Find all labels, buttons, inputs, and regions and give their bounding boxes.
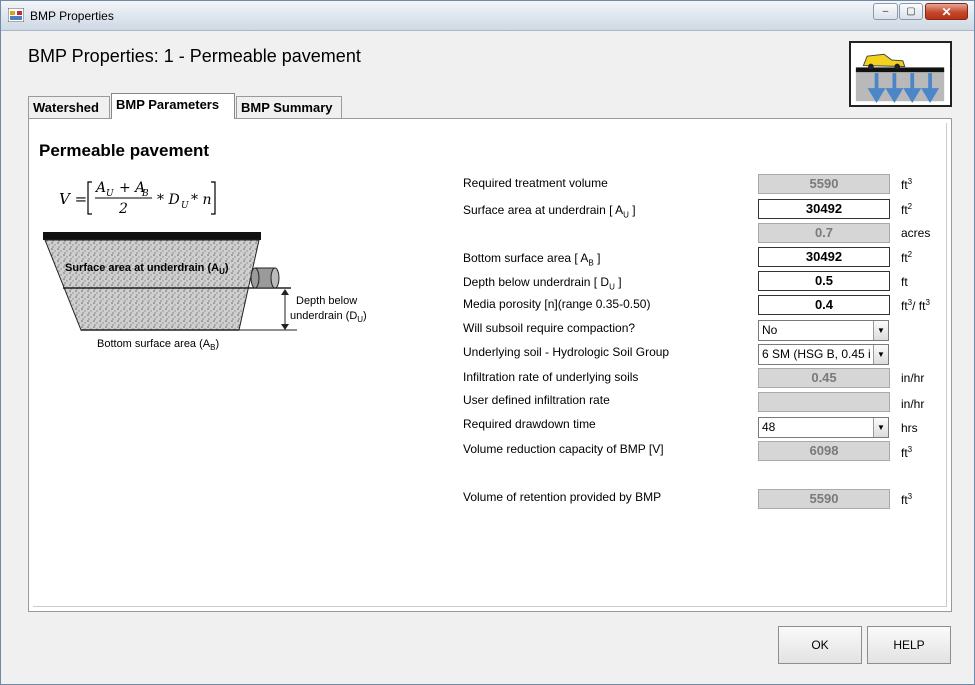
unit-label: ft3	[901, 445, 913, 460]
unit-label: ft3	[901, 177, 913, 192]
unit-label: in/hr	[901, 371, 925, 385]
unit-label: ft3/ ft3	[901, 298, 930, 313]
user-infiltration-rate-field	[758, 392, 890, 412]
unit-label: acres	[901, 226, 931, 240]
depth-below-underdrain-input[interactable]: 0.5	[758, 271, 890, 291]
formula: V = AU + AB 2 * DU * n	[59, 180, 216, 217]
ok-button[interactable]: OK	[778, 626, 862, 664]
bottom-area-label: Bottom surface area (AB)	[97, 338, 219, 352]
bottom-surface-area-input[interactable]: 30492	[758, 247, 890, 267]
title-bar: BMP Properties – ▢ ✕	[1, 1, 974, 31]
volume-reduction-label: Volume reduction capacity of BMP [V]	[463, 442, 664, 456]
required-treatment-volume-label: Required treatment volume	[463, 176, 608, 190]
svg-text:* n: * n	[191, 192, 211, 208]
hydrologic-soil-group-label: Underlying soil - Hydrologic Soil Group	[463, 345, 670, 359]
unit-label: ft2	[901, 250, 913, 265]
chevron-down-icon[interactable]: ▼	[873, 321, 888, 340]
bottom-surface-area-label: Bottom surface area [ AB ]	[463, 251, 601, 268]
svg-text:2: 2	[118, 201, 128, 217]
page-title: BMP Properties: 1 - Permeable pavement	[28, 46, 361, 66]
app-icon	[8, 8, 24, 22]
underdrain-pipe	[250, 267, 280, 289]
window-title: BMP Properties	[30, 9, 114, 23]
depth-label-2: underdrain (DU)	[290, 310, 367, 324]
surface-area-underdrain-input[interactable]: 30492	[758, 199, 890, 219]
subsoil-compaction-select[interactable]: No ▼	[758, 320, 889, 341]
close-icon: ✕	[941, 4, 952, 19]
close-button[interactable]: ✕	[925, 3, 968, 20]
media-porosity-input[interactable]: 0.4	[758, 295, 890, 315]
user-infiltration-rate-label: User defined infiltration rate	[463, 393, 610, 407]
drawdown-time-label: Required drawdown time	[463, 417, 596, 431]
volume-retention-label: Volume of retention provided by BMP	[463, 490, 662, 504]
subsoil-compaction-label: Will subsoil require compaction?	[463, 321, 636, 335]
svg-text:* D: * D	[157, 192, 180, 208]
surface-area-underdrain-label: Surface area at underdrain [ AU ]	[463, 203, 636, 220]
permeable-pavement-logo	[849, 41, 952, 107]
tab-bmp-parameters[interactable]: BMP Parameters	[111, 93, 235, 119]
chevron-down-icon[interactable]: ▼	[873, 418, 888, 437]
media-porosity-label: Media porosity [n](range 0.35-0.50)	[463, 297, 651, 311]
section-title: Permeable pavement	[39, 141, 210, 160]
chevron-down-icon[interactable]: ▼	[873, 345, 888, 364]
surface-area-acres-field: 0.7	[758, 223, 890, 243]
volume-reduction-field: 6098	[758, 441, 890, 461]
drawdown-time-select[interactable]: 48 ▼	[758, 417, 889, 438]
pavement-diagram: V = AU + AB 2 * DU * n Surface area at u…	[43, 180, 367, 352]
bmp-properties-window: BMP Properties – ▢ ✕ BMP Properties: 1 -…	[0, 0, 975, 685]
svg-text:U: U	[181, 201, 189, 211]
maximize-icon: ▢	[906, 6, 916, 17]
svg-text:A: A	[94, 180, 106, 196]
tab-bmp-summary[interactable]: BMP Summary	[236, 96, 342, 118]
pavement-surface	[43, 232, 261, 240]
depth-label-1: Depth below	[296, 295, 357, 307]
unit-label: ft	[901, 275, 908, 289]
minimize-button[interactable]: –	[873, 3, 898, 20]
surface-area-label: Surface area at underdrain (AU)	[65, 262, 229, 276]
maximize-button[interactable]: ▢	[899, 3, 923, 20]
minimize-icon: –	[882, 6, 889, 17]
infiltration-rate-field: 0.45	[758, 368, 890, 388]
unit-label: in/hr	[901, 397, 925, 411]
formula-lhs: V =	[59, 190, 87, 208]
volume-retention-field: 5590	[758, 489, 890, 509]
unit-label: hrs	[901, 421, 918, 435]
hydrologic-soil-group-select[interactable]: 6 SM (HSG B, 0.45 i ▼	[758, 344, 889, 365]
help-button[interactable]: HELP	[867, 626, 951, 664]
infiltration-rate-label: Infiltration rate of underlying soils	[463, 370, 639, 384]
unit-label: ft3	[901, 492, 913, 507]
tab-watershed[interactable]: Watershed	[28, 96, 110, 118]
depth-below-underdrain-label: Depth below underdrain [ DU ]	[463, 275, 622, 292]
unit-label: ft2	[901, 202, 913, 217]
required-treatment-volume-field: 5590	[758, 174, 890, 194]
